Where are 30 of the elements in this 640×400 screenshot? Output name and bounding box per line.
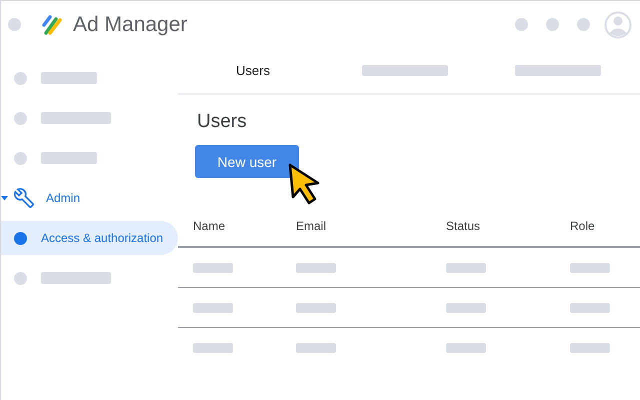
column-header: Email xyxy=(296,219,328,233)
table-cell xyxy=(570,342,610,352)
column-header: Name xyxy=(193,219,226,233)
table-cell xyxy=(570,262,610,272)
menu-dot-icon[interactable] xyxy=(8,18,21,31)
column-header: Role xyxy=(570,219,596,233)
sidebar-section[interactable]: Admin xyxy=(1,181,178,215)
tab[interactable]: Users xyxy=(178,48,328,93)
table-cell xyxy=(446,262,486,272)
toolbar-dot-icon[interactable] xyxy=(515,18,528,31)
new-user-button[interactable]: New user xyxy=(195,145,299,178)
caret-icon[interactable] xyxy=(1,196,8,200)
app-title: Ad Manager xyxy=(73,12,188,36)
table-cell xyxy=(193,342,233,352)
table-cell xyxy=(193,262,233,272)
page-heading: Users xyxy=(197,111,248,133)
table-cell xyxy=(193,302,233,312)
table-cell xyxy=(446,342,486,352)
table-cell xyxy=(296,302,336,312)
wrench-icon xyxy=(14,188,34,208)
logo-icon xyxy=(41,14,63,36)
toolbar-dot-icon[interactable] xyxy=(546,18,559,31)
sidebar-item[interactable]: Access & authorization xyxy=(1,221,178,255)
avatar-icon[interactable] xyxy=(604,10,632,38)
table-cell xyxy=(296,342,336,352)
table-cell xyxy=(296,262,336,272)
column-header: Status xyxy=(446,219,482,233)
toolbar-dot-icon[interactable] xyxy=(577,18,590,31)
table-cell xyxy=(446,302,486,312)
table-cell xyxy=(570,302,610,312)
